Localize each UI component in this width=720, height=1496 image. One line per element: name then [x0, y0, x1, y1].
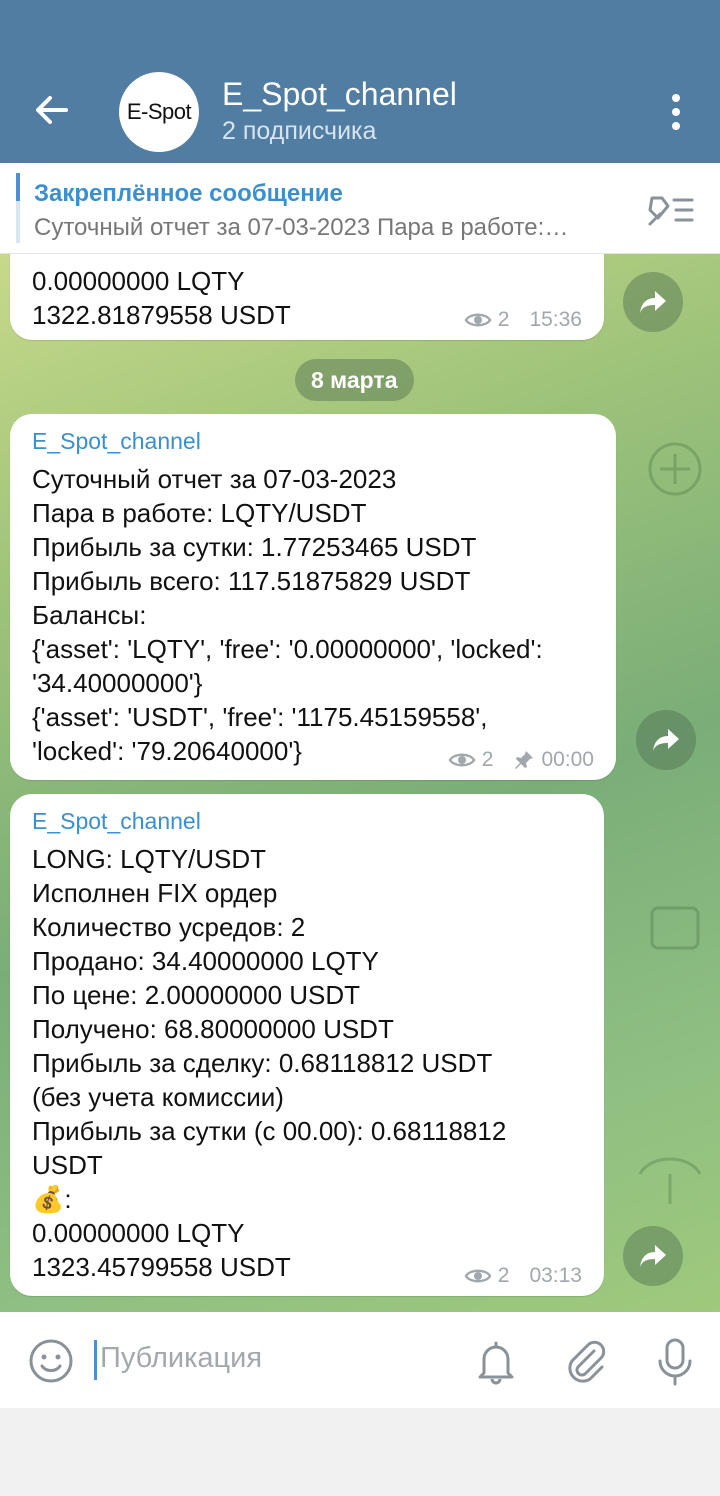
message-text: 0.00000000 LQTY 1322.81879558 USDT [32, 266, 291, 330]
chat-area[interactable]: 0.00000000 LQTY 1322.81879558 USDT 2 15:… [0, 254, 720, 1312]
views-icon [448, 753, 476, 767]
avatar-label: E-Spot [126, 99, 192, 124]
message-time: 00:00 [541, 748, 594, 771]
views-icon [464, 1269, 492, 1283]
views-count: 2 [481, 748, 494, 771]
pinned-message-bar[interactable]: Закреплённое сообщение Суточный отчет за… [0, 163, 720, 254]
message-meta: 2 00:00 [448, 748, 594, 772]
message-sender[interactable]: E_Spot_channel [32, 808, 201, 835]
channel-title[interactable]: E_Spot_channel [222, 76, 457, 113]
pinned-title: Закреплённое сообщение [34, 180, 343, 207]
message-input[interactable]: Публикация [100, 1342, 262, 1375]
forward-button[interactable] [623, 1226, 683, 1286]
forward-button[interactable] [636, 710, 696, 770]
app-header: E-Spot E_Spot_channel 2 подписчика [0, 0, 720, 163]
message-bubble[interactable]: E_Spot_channel Суточный отчет за 07-03-2… [10, 414, 616, 780]
forward-button[interactable] [623, 272, 683, 332]
views-icon [464, 313, 492, 327]
message-meta: 2 15:36 [464, 308, 582, 332]
pinned-preview: Суточный отчет за 07-03-2023 Пара в рабо… [34, 214, 569, 241]
bell-icon[interactable] [476, 1339, 516, 1390]
message-sender[interactable]: E_Spot_channel [32, 428, 201, 455]
background-doodle-icon [638, 1157, 702, 1204]
views-count: 2 [497, 308, 510, 331]
text-caret [94, 1340, 97, 1380]
message-text: Суточный отчет за 07-03-2023 Пара в рабо… [32, 464, 543, 766]
forward-icon [653, 729, 679, 751]
message-meta: 2 03:13 [464, 1264, 582, 1288]
back-arrow-icon[interactable] [30, 88, 74, 132]
views-count: 2 [497, 1264, 510, 1287]
date-separator: 8 марта [295, 359, 414, 401]
emoji-icon[interactable] [28, 1338, 74, 1389]
pinned-list-icon[interactable] [646, 190, 696, 235]
message-bubble[interactable]: 0.00000000 LQTY 1322.81879558 USDT 2 15:… [10, 254, 604, 340]
message-text: LONG: LQTY/USDT Исполнен FIX ордер Колич… [32, 844, 507, 1282]
subscriber-count: 2 подписчика [222, 117, 377, 145]
message-bubble[interactable]: E_Spot_channel LONG: LQTY/USDT Исполнен … [10, 794, 604, 1296]
system-nav-area [0, 1408, 720, 1496]
background-doodle-icon [650, 906, 700, 950]
message-input-bar: Публикация [0, 1312, 720, 1408]
more-menu-icon[interactable] [662, 90, 690, 134]
pinned-icon [515, 751, 534, 769]
background-doodle-icon [648, 442, 702, 496]
attach-icon[interactable] [564, 1339, 608, 1390]
channel-avatar[interactable]: E-Spot [119, 72, 199, 152]
message-time: 15:36 [529, 308, 582, 331]
forward-icon [640, 1245, 666, 1267]
forward-icon [640, 291, 666, 313]
pinned-indicator [16, 173, 20, 243]
message-time: 03:13 [529, 1264, 582, 1287]
microphone-icon[interactable] [656, 1337, 694, 1392]
